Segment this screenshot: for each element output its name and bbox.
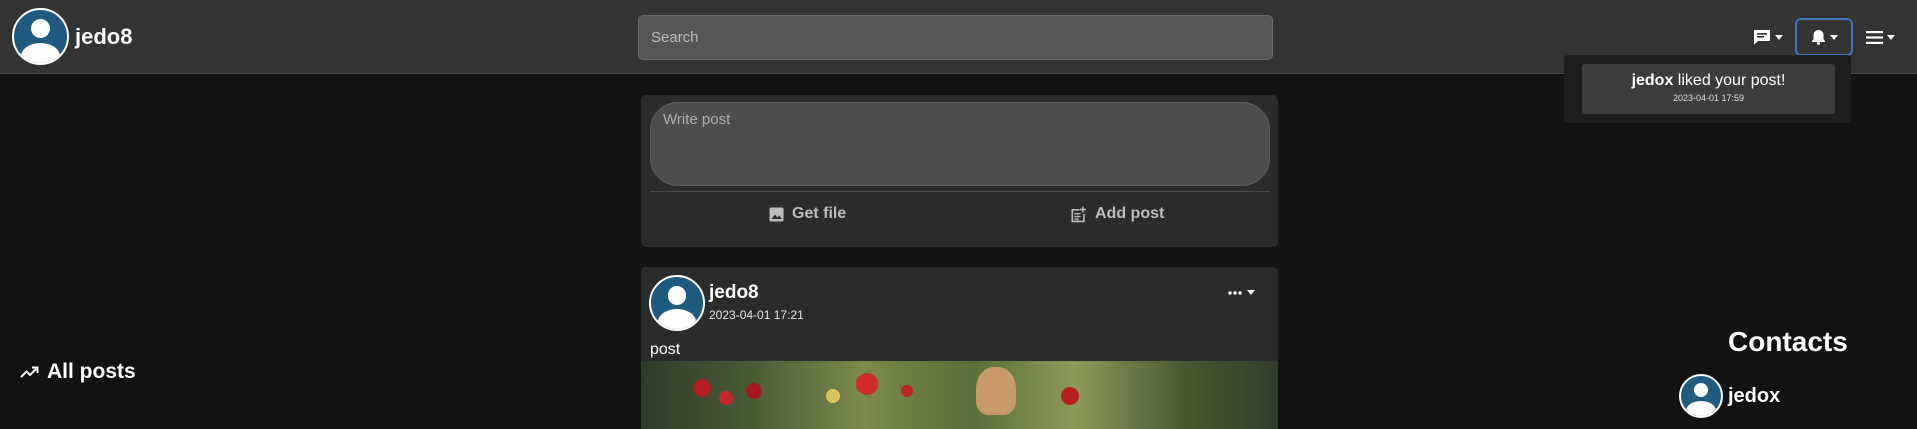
write-post-input[interactable] xyxy=(650,102,1270,186)
notification-user: jedox xyxy=(1631,72,1674,89)
all-posts-label: All posts xyxy=(47,360,136,383)
post-add-icon xyxy=(1071,206,1086,222)
profile-link[interactable]: jedo8 xyxy=(12,8,132,65)
avatar xyxy=(1679,374,1723,418)
search-input[interactable] xyxy=(638,15,1273,60)
add-post-button[interactable]: Add post xyxy=(1070,205,1164,223)
chevron-down-icon xyxy=(1247,290,1255,295)
notifications-dropdown: jedox liked your post! 2023-04-01 17:59 xyxy=(1564,55,1851,123)
get-file-button[interactable]: Get file xyxy=(769,205,846,223)
image-icon xyxy=(769,207,784,221)
post-card: jedo8 2023-04-01 17:21 post xyxy=(641,267,1278,429)
post-text: post xyxy=(650,341,681,358)
divider xyxy=(650,191,1270,192)
post-timestamp: 2023-04-01 17:21 xyxy=(709,308,804,322)
add-post-label: Add post xyxy=(1095,205,1165,222)
notification-text: liked your post! xyxy=(1673,72,1786,89)
post-image[interactable] xyxy=(641,361,1278,429)
chevron-down-icon xyxy=(1829,34,1838,40)
post-author[interactable]: jedo8 xyxy=(709,282,759,304)
hamburger-icon xyxy=(1865,30,1883,44)
contact-item[interactable]: jedox xyxy=(1679,374,1780,418)
bell-icon xyxy=(1811,30,1825,45)
notification-time: 2023-04-01 17:59 xyxy=(1672,93,1745,103)
contacts-heading: Contacts xyxy=(1728,326,1848,357)
notifications-dropdown-button[interactable] xyxy=(1795,18,1853,56)
post-options-button[interactable] xyxy=(1228,290,1255,295)
all-posts-link[interactable]: All posts xyxy=(20,360,136,384)
contact-name: jedox xyxy=(1728,384,1781,407)
chat-bubble-icon xyxy=(1754,30,1770,45)
chevron-down-icon xyxy=(1775,34,1783,40)
trending-up-icon xyxy=(20,366,39,378)
avatar xyxy=(12,8,69,65)
avatar[interactable] xyxy=(649,275,705,331)
chevron-down-icon xyxy=(1886,34,1895,40)
post-composer: Get file Add post xyxy=(641,95,1278,247)
main-menu-button[interactable] xyxy=(1860,18,1900,56)
more-horizontal-icon xyxy=(1228,290,1242,295)
notification-item[interactable]: jedox liked your post! 2023-04-01 17:59 xyxy=(1582,64,1835,114)
messages-dropdown-button[interactable] xyxy=(1748,18,1788,56)
profile-username: jedo8 xyxy=(75,23,133,49)
get-file-label: Get file xyxy=(792,205,847,222)
